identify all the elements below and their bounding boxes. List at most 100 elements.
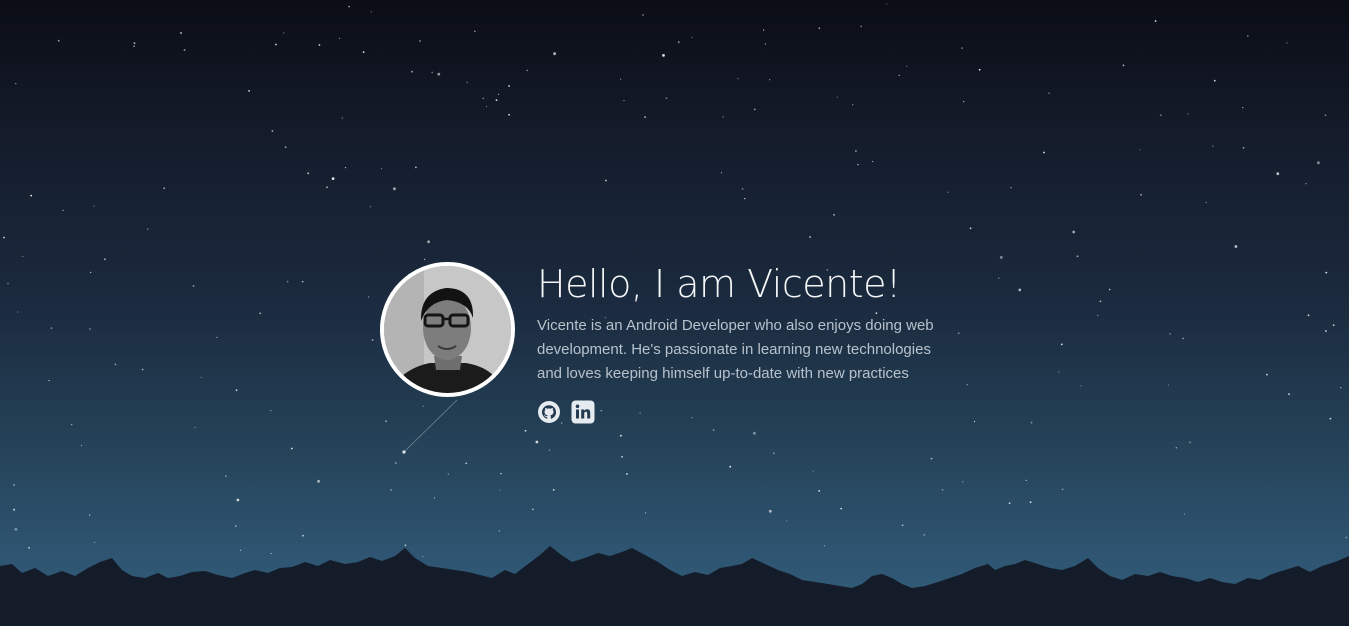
star <box>552 489 555 491</box>
star <box>57 39 60 42</box>
linkedin-link[interactable] <box>571 400 595 424</box>
star <box>133 42 136 45</box>
star <box>344 167 347 169</box>
star <box>737 78 739 80</box>
star <box>626 473 628 475</box>
github-icon <box>538 401 560 423</box>
star <box>1099 300 1102 303</box>
star <box>729 465 732 468</box>
star <box>741 188 744 190</box>
star <box>427 240 430 244</box>
star <box>1008 502 1011 505</box>
star <box>48 380 50 382</box>
star <box>133 45 136 48</box>
star <box>1080 385 1082 387</box>
star <box>1325 271 1328 274</box>
star <box>368 296 370 298</box>
star <box>13 508 16 511</box>
star <box>1246 35 1249 37</box>
star <box>13 484 16 486</box>
star <box>1029 501 1032 504</box>
star <box>1187 113 1189 115</box>
star <box>302 534 304 537</box>
star <box>271 130 274 132</box>
star <box>14 528 18 531</box>
star <box>50 327 53 329</box>
star <box>326 186 328 189</box>
star <box>744 198 746 200</box>
star <box>1345 536 1348 539</box>
star <box>1030 421 1033 424</box>
star <box>341 117 343 119</box>
star <box>482 97 484 99</box>
star <box>969 227 972 230</box>
star <box>645 512 647 514</box>
star <box>1276 172 1280 176</box>
star <box>1242 107 1244 109</box>
star <box>1139 149 1141 151</box>
star <box>855 150 857 152</box>
star <box>369 206 371 208</box>
star <box>722 116 724 118</box>
star <box>394 462 397 464</box>
star <box>620 78 622 80</box>
star <box>89 514 91 516</box>
mountain-silhouette <box>0 546 1349 626</box>
star <box>424 258 426 260</box>
star <box>623 100 625 102</box>
star <box>485 105 488 108</box>
intro-text: Hello, I am Vicente! Vicente is an Andro… <box>537 262 957 424</box>
star <box>836 96 838 98</box>
star <box>818 27 821 30</box>
star <box>998 277 1000 279</box>
star <box>499 489 501 491</box>
star <box>508 113 510 116</box>
star <box>1288 393 1290 395</box>
star <box>1182 337 1184 340</box>
star <box>1183 513 1185 515</box>
star <box>437 72 441 76</box>
star <box>1154 20 1157 22</box>
star <box>301 280 304 283</box>
star <box>163 187 166 190</box>
star <box>15 83 17 85</box>
star <box>3 236 5 239</box>
star <box>498 530 500 532</box>
star <box>1325 330 1327 332</box>
star <box>317 479 320 483</box>
star <box>818 490 821 492</box>
star <box>923 533 926 536</box>
star <box>833 214 835 216</box>
star <box>768 509 772 513</box>
star <box>114 363 117 366</box>
profile-photo <box>384 266 511 393</box>
star <box>860 25 863 28</box>
star <box>1189 441 1191 444</box>
star <box>90 271 92 273</box>
star <box>80 444 83 447</box>
star <box>290 447 293 450</box>
star <box>941 488 944 491</box>
star <box>30 194 33 197</box>
star <box>812 470 814 472</box>
star <box>1307 314 1310 317</box>
intro-card: Hello, I am Vicente! Vicente is an Andro… <box>380 262 980 462</box>
star <box>283 32 285 34</box>
star <box>1060 343 1063 346</box>
star <box>978 68 981 71</box>
star <box>720 172 723 174</box>
star <box>999 256 1003 259</box>
star <box>1213 79 1216 82</box>
star <box>1122 64 1125 67</box>
star <box>901 524 904 527</box>
star <box>200 376 202 378</box>
star <box>1305 183 1307 185</box>
star <box>1048 92 1050 94</box>
star <box>104 258 106 261</box>
github-link[interactable] <box>537 400 561 424</box>
star <box>677 41 680 44</box>
star <box>141 368 144 371</box>
star <box>886 3 888 5</box>
star <box>370 11 372 13</box>
avatar <box>380 262 515 397</box>
